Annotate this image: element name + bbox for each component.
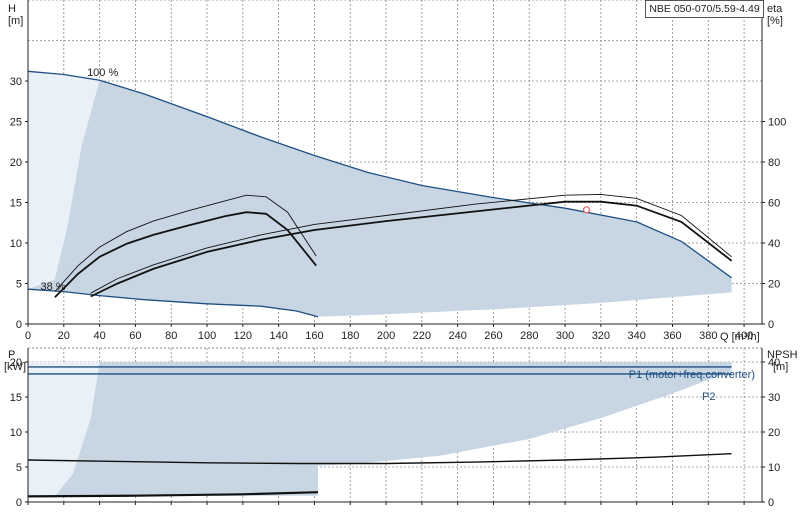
y-axis-label-power: P (8, 349, 15, 361)
x-tick-label: 360 (663, 330, 681, 342)
eta-tick-label: 0 (768, 319, 774, 331)
y-tick-label: 15 (10, 198, 22, 210)
x-tick-label: 180 (341, 330, 359, 342)
y-axis-label-npsh: NPSH (767, 349, 798, 361)
y-axis-unit-eta: [%] (767, 15, 783, 27)
x-tick-label: 380 (699, 330, 717, 342)
x-tick-label: 140 (269, 330, 287, 342)
x-tick-label: 220 (413, 330, 431, 342)
y-tick-label: 25 (10, 117, 22, 129)
operating-region (27, 70, 732, 318)
x-tick-label: 120 (234, 330, 252, 342)
eta-tick-label: 60 (768, 198, 780, 210)
y-tick-label: 30 (10, 76, 22, 88)
p-tick-label: 5 (16, 462, 22, 474)
eta-tick-label: 20 (768, 279, 780, 291)
p-tick-label: 0 (16, 497, 22, 509)
x-tick-label: 60 (129, 330, 141, 342)
y-axis-unit-npsh: [m] (773, 361, 788, 373)
x-tick-label: 340 (628, 330, 646, 342)
operating-region-fill (28, 71, 732, 317)
eta-tick-label: 80 (768, 157, 780, 169)
series-label-p1: P1 (motor+freq.converter) (629, 369, 755, 381)
duty-point (582, 206, 591, 214)
npsh-tick-label: 10 (768, 462, 780, 474)
p-tick-label: 10 (10, 427, 22, 439)
x-tick-label: 260 (484, 330, 502, 342)
model-label: NBE 050-070/5.59-4.49 (645, 0, 764, 18)
y-axis-unit-head: [m] (8, 15, 23, 27)
x-tick-label: 100 (198, 330, 216, 342)
x-tick-label: 0 (25, 330, 31, 342)
eta-tick-label: 40 (768, 238, 780, 250)
series-label-p2: P2 (702, 391, 715, 403)
x-tick-label: 80 (165, 330, 177, 342)
x-tick-label: 20 (58, 330, 70, 342)
npsh-tick-label: 20 (768, 427, 780, 439)
annotation-38-percent: 38 % (41, 281, 66, 293)
x-axis-label: Q [m³/h] (720, 331, 760, 343)
npsh-tick-label: 30 (768, 392, 780, 404)
x-tick-label: 280 (520, 330, 538, 342)
y-axis-label-eta: eta (767, 3, 783, 15)
power-region-fill (28, 362, 732, 496)
y-tick-label: 10 (10, 238, 22, 250)
eta-tick-label: 100 (768, 117, 786, 129)
x-tick-label: 40 (93, 330, 105, 342)
annotation-100-percent: 100 % (87, 67, 118, 79)
y-tick-label: 5 (16, 279, 22, 291)
p-tick-label: 15 (10, 392, 22, 404)
npsh-tick-label: 0 (768, 497, 774, 509)
x-tick-label: 320 (592, 330, 610, 342)
y-tick-label: 20 (10, 157, 22, 169)
x-tick-label: 240 (448, 330, 466, 342)
y-axis-unit-power: [kW] (4, 361, 26, 373)
x-tick-label: 300 (556, 330, 574, 342)
x-tick-label: 200 (377, 330, 395, 342)
power-region (28, 362, 732, 496)
x-tick-label: 160 (305, 330, 323, 342)
pump-curve-chart: 0510152025300204060801000 20 40 60 80 100 120 1… (4, 0, 798, 509)
y-axis-label-head: H (8, 3, 16, 15)
y-tick-label: 0 (16, 319, 22, 331)
